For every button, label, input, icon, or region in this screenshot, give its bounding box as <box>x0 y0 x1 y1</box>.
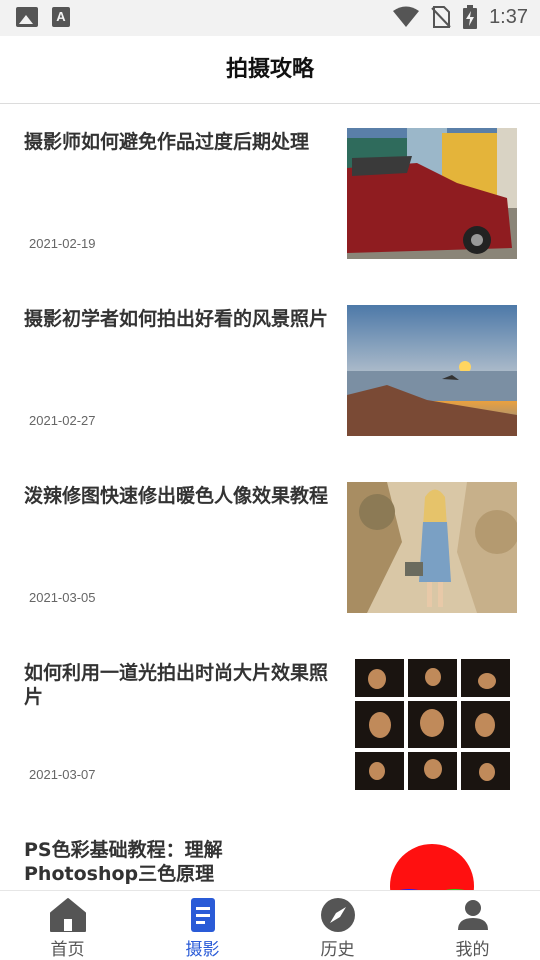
article-list[interactable]: 摄影师如何避免作品过度后期处理 2021-02-19 摄影初学者如何拍出好看的风… <box>0 105 540 890</box>
nav-item-home[interactable]: 首页 <box>0 891 135 960</box>
woman-portrait-thumbnail <box>347 482 517 613</box>
red-classic-car-thumbnail <box>347 128 517 259</box>
compass-icon <box>320 898 355 932</box>
nav-label: 历史 <box>320 940 355 960</box>
no-sim-icon <box>431 6 451 28</box>
status-bar: A 1:37 <box>0 0 540 36</box>
battery-charging-icon <box>463 5 478 29</box>
article-title: 摄影师如何避免作品过度后期处理 <box>24 131 310 153</box>
wifi-icon <box>393 6 420 27</box>
article-title: 摄影初学者如何拍出好看的风景照片 <box>24 308 329 330</box>
article-date: 2021-03-05 <box>29 590 96 605</box>
article-item[interactable]: 摄影师如何避免作品过度后期处理 2021-02-19 <box>0 105 540 282</box>
article-item[interactable]: 摄影初学者如何拍出好看的风景照片 2021-02-27 <box>0 282 540 459</box>
notification-icons: A <box>16 7 70 27</box>
nav-item-profile[interactable]: 我的 <box>405 891 540 960</box>
gallery-notification-icon <box>16 7 38 27</box>
rgb-color-circles-thumbnail <box>347 836 517 890</box>
portrait-grid-thumbnail <box>347 659 517 790</box>
system-icons: 1:37 <box>393 5 528 29</box>
nav-label: 我的 <box>455 940 490 960</box>
article-item[interactable]: PS色彩基础教程：理解Photoshop三色原理 <box>0 813 540 890</box>
nav-item-photography[interactable]: 摄影 <box>135 891 270 960</box>
article-title: 如何利用一道光拍出时尚大片效果照片 <box>24 662 329 708</box>
font-notification-icon: A <box>52 7 70 27</box>
sunset-coast-thumbnail <box>347 305 517 436</box>
article-date: 2021-02-19 <box>29 236 96 251</box>
person-icon <box>457 900 488 930</box>
article-date: 2021-02-27 <box>29 413 96 428</box>
article-title: PS色彩基础教程：理解Photoshop三色原理 <box>24 839 223 885</box>
home-icon <box>49 898 86 932</box>
article-date: 2021-03-07 <box>29 767 96 782</box>
document-icon <box>190 898 215 932</box>
nav-label: 首页 <box>50 940 85 960</box>
clock: 1:37 <box>489 5 528 28</box>
title-bar: 拍摄攻略 <box>0 36 540 104</box>
nav-label: 摄影 <box>185 940 220 960</box>
article-title: 泼辣修图快速修出暖色人像效果教程 <box>24 485 329 507</box>
nav-item-history[interactable]: 历史 <box>270 891 405 960</box>
page-title: 拍摄攻略 <box>225 57 314 82</box>
bottom-nav: 首页 摄影 历史 我的 <box>0 890 540 960</box>
article-item[interactable]: 泼辣修图快速修出暖色人像效果教程 2021-03-05 <box>0 459 540 636</box>
article-item[interactable]: 如何利用一道光拍出时尚大片效果照片 2021-03-07 <box>0 636 540 813</box>
